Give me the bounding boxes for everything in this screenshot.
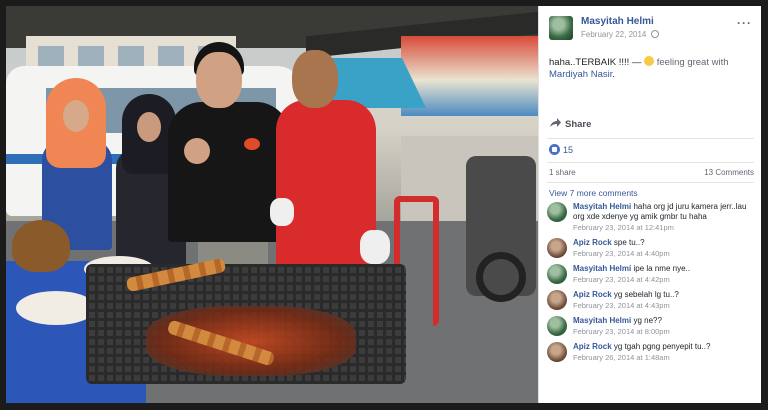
comment-date[interactable]: February 26, 2014 at 1:48am bbox=[573, 353, 670, 362]
commenter-name[interactable]: Apiz Rock bbox=[573, 342, 612, 351]
photo-clay-pot bbox=[12, 220, 70, 272]
author-name[interactable]: Masyitah Helmi bbox=[581, 16, 654, 27]
smiley-icon bbox=[644, 56, 655, 66]
commenter-name[interactable]: Masyitah Helmi bbox=[573, 316, 631, 325]
globe-icon bbox=[650, 30, 659, 38]
commenter-name[interactable]: Masyitah Helmi bbox=[573, 202, 631, 211]
comment-text: spe tu..? bbox=[613, 238, 645, 247]
comment-date[interactable]: February 23, 2014 at 8:00pm bbox=[573, 327, 670, 336]
commenter-avatar[interactable] bbox=[547, 238, 567, 258]
author-avatar[interactable] bbox=[549, 16, 573, 40]
commenter-avatar[interactable] bbox=[547, 202, 567, 222]
view-more-comments-link[interactable]: View 7 more comments bbox=[549, 188, 638, 198]
divider bbox=[547, 182, 754, 183]
post-sidebar: Masyitah Helmi February 22, 2014 ··· hah… bbox=[538, 6, 761, 403]
share-arrow-icon bbox=[550, 118, 561, 127]
comment-item: Masyitah Helmi ipe la nme nye.. February… bbox=[547, 264, 757, 290]
photo-plate bbox=[16, 291, 96, 325]
post-text: haha..TERBAIK !!!! — feeling great with … bbox=[549, 56, 754, 81]
comment-item: Apiz Rock yg sebelah lg tu..? February 2… bbox=[547, 290, 757, 316]
post-text-suffix: . bbox=[612, 69, 615, 80]
comment-item: Masyitah Helmi yg ne?? February 23, 2014… bbox=[547, 316, 757, 342]
comment-body: Apiz Rock yg tgah pgng penyepit tu..? bbox=[573, 342, 757, 352]
commenter-name[interactable]: Apiz Rock bbox=[573, 238, 612, 247]
commenter-name[interactable]: Masyitah Helmi bbox=[573, 264, 631, 273]
post-header: Masyitah Helmi February 22, 2014 ··· bbox=[549, 14, 754, 48]
ellipsis-icon[interactable]: ··· bbox=[737, 16, 752, 30]
commenter-avatar[interactable] bbox=[547, 316, 567, 336]
share-label: Share bbox=[565, 119, 592, 130]
commenter-name[interactable]: Apiz Rock bbox=[573, 290, 612, 299]
comment-body: Masyitah Helmi yg ne?? bbox=[573, 316, 757, 326]
tagged-person-link[interactable]: Mardiyah Nasir bbox=[549, 69, 612, 80]
comment-item: Masyitah Helmi haha org jd juru kamera j… bbox=[547, 202, 757, 232]
divider bbox=[547, 162, 754, 163]
thumbs-up-icon bbox=[549, 144, 560, 155]
comment-count[interactable]: 13 Comments bbox=[704, 168, 754, 177]
comment-date[interactable]: February 23, 2014 at 4:42pm bbox=[573, 275, 670, 284]
share-count[interactable]: 1 share bbox=[549, 168, 576, 177]
screenshot-frame: Masyitah Helmi February 22, 2014 ··· hah… bbox=[6, 6, 761, 403]
photo-grilling-food bbox=[146, 306, 356, 376]
post-date-text[interactable]: February 22, 2014 bbox=[581, 30, 646, 39]
comment-text: yg sebelah lg tu..? bbox=[613, 290, 679, 299]
comment-date[interactable]: February 23, 2014 at 12:41pm bbox=[573, 223, 674, 232]
post-text-main: haha..TERBAIK !!!! — bbox=[549, 57, 645, 68]
comment-body: Masyitah Helmi haha org jd juru kamera j… bbox=[573, 202, 757, 222]
engagement-counts: 1 share 13 Comments bbox=[549, 168, 754, 177]
comment-body: Masyitah Helmi ipe la nme nye.. bbox=[573, 264, 757, 274]
share-button[interactable]: Share bbox=[549, 118, 754, 134]
commenter-avatar[interactable] bbox=[547, 290, 567, 310]
comment-date[interactable]: February 23, 2014 at 4:43pm bbox=[573, 301, 670, 310]
reactions-summary[interactable]: 15 bbox=[549, 144, 573, 155]
comment-text: ipe la nme nye.. bbox=[633, 264, 690, 273]
feeling-text: feeling great with bbox=[656, 57, 729, 68]
comment-text: yg ne?? bbox=[633, 316, 662, 325]
comment-body: Apiz Rock spe tu..? bbox=[573, 238, 757, 248]
comment-date[interactable]: February 23, 2014 at 4:40pm bbox=[573, 249, 670, 258]
divider bbox=[547, 138, 754, 139]
comment-item: Apiz Rock spe tu..? February 23, 2014 at… bbox=[547, 238, 757, 264]
photo-motorcycle bbox=[466, 156, 536, 302]
commenter-avatar[interactable] bbox=[547, 342, 567, 362]
post-photo[interactable] bbox=[6, 6, 538, 403]
comment-body: Apiz Rock yg sebelah lg tu..? bbox=[573, 290, 757, 300]
likes-count[interactable]: 15 bbox=[563, 145, 573, 155]
comment-text: yg tgah pgng penyepit tu..? bbox=[613, 342, 711, 351]
commenter-avatar[interactable] bbox=[547, 264, 567, 284]
comment-item: Apiz Rock yg tgah pgng penyepit tu..? Fe… bbox=[547, 342, 757, 368]
post-date[interactable]: February 22, 2014 bbox=[581, 30, 659, 39]
